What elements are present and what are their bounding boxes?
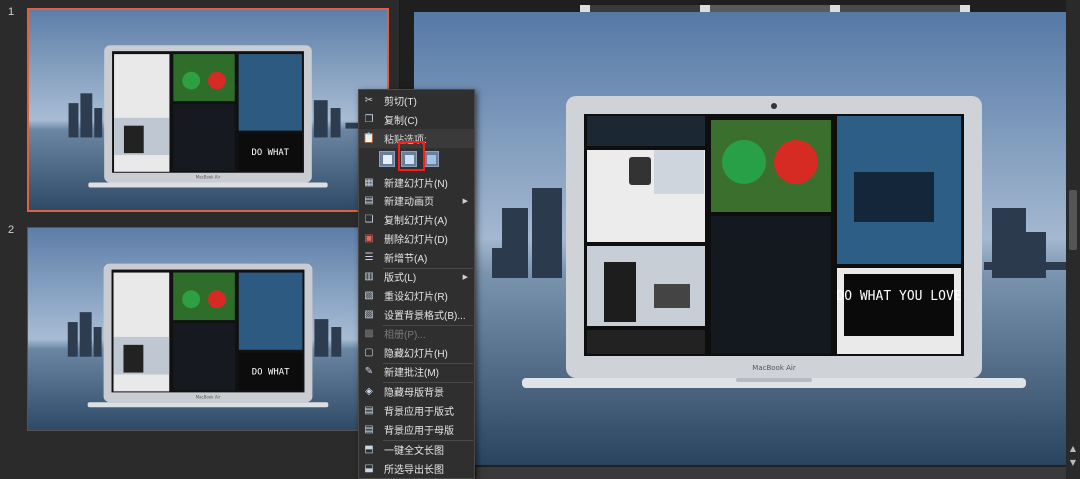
slide-thumbnail-pane[interactable]: 1 DO WHAT MacBook Air 2 DO WHAT MacBook … bbox=[0, 0, 400, 479]
menu-item-hide-master-background[interactable]: ◈ 隐藏母版背景 bbox=[359, 382, 474, 401]
album-icon: ▩ bbox=[364, 328, 374, 339]
submenu-arrow-icon: ▶ bbox=[462, 273, 468, 281]
svg-text:DO WHAT: DO WHAT bbox=[252, 368, 290, 378]
slide-content: DO WHAT YOU LOVE MacBook Air bbox=[414, 12, 1066, 465]
menu-item-new-comment[interactable]: ✎ 新建批注(M) bbox=[359, 362, 474, 381]
menu-item-apply-bg-master[interactable]: ▤ 背景应用于母版 bbox=[359, 420, 474, 439]
slide-thumbnail-2[interactable]: DO WHAT MacBook Air bbox=[27, 227, 389, 431]
new-slide-icon: ▦ bbox=[364, 177, 374, 188]
menu-item-hide-slide[interactable]: ▢ 隐藏幻灯片(H) bbox=[359, 343, 474, 362]
slide-number-1: 1 bbox=[8, 6, 15, 18]
svg-text:DO WHAT: DO WHAT bbox=[252, 148, 290, 158]
menu-item-duplicate-slide[interactable]: ❏ 复制幻灯片(A) bbox=[359, 210, 474, 229]
poster-text: DO WHAT YOU LOVE bbox=[836, 289, 961, 304]
paste-icon: 📋 bbox=[362, 133, 376, 144]
menu-item-new-animation-page[interactable]: ▤ 新建动画页 ▶ bbox=[359, 191, 474, 210]
duplicate-slide-icon: ❏ bbox=[364, 214, 374, 225]
hide-master-icon: ◈ bbox=[365, 386, 373, 397]
slide-1-preview: DO WHAT MacBook Air bbox=[29, 10, 387, 210]
scissors-icon: ✂ bbox=[364, 95, 374, 106]
context-menu: ✂ 剪切(T) ❐ 复制(C) 📋 粘贴选项: ▦ 新建幻灯片(N) ▤ 新建动… bbox=[358, 89, 475, 479]
menu-item-reset-slide[interactable]: ▧ 重设幻灯片(R) bbox=[359, 286, 474, 305]
slide-number-2: 2 bbox=[8, 224, 15, 236]
menu-item-format-background[interactable]: ▨ 设置背景格式(B)... bbox=[359, 305, 474, 324]
annotation-highlight-box bbox=[398, 141, 425, 171]
menu-item-export-selected-long-image[interactable]: ⬓ 所选导出长图 bbox=[359, 459, 474, 478]
menu-item-delete-slide[interactable]: ▣ 删除幻灯片(D) bbox=[359, 229, 474, 248]
long-image-icon: ⬒ bbox=[364, 444, 374, 455]
submenu-arrow-icon: ▶ bbox=[462, 197, 468, 205]
camera-dot bbox=[771, 103, 777, 109]
picture-icon[interactable] bbox=[423, 151, 439, 167]
thumb-1-device-text: MacBook Air bbox=[196, 175, 221, 180]
vertical-scroll-thumb[interactable] bbox=[1069, 190, 1077, 250]
current-slide-canvas[interactable]: DO WHAT YOU LOVE MacBook Air bbox=[414, 12, 1066, 465]
delete-slide-icon: ▣ bbox=[364, 233, 374, 244]
horizontal-scrollbar[interactable] bbox=[476, 467, 1066, 479]
comment-icon: ✎ bbox=[364, 366, 374, 377]
menu-item-cut[interactable]: ✂ 剪切(T) bbox=[359, 91, 474, 110]
vertical-scrollbar[interactable]: ▲ ▼ bbox=[1066, 0, 1080, 479]
slide-thumbnail-1[interactable]: DO WHAT MacBook Air bbox=[27, 8, 389, 212]
apply-master-icon: ▤ bbox=[364, 424, 374, 435]
device-label: MacBook Air bbox=[752, 364, 796, 372]
slide-2-preview: DO WHAT MacBook Air bbox=[28, 228, 388, 430]
thumb-2-device-text: MacBook Air bbox=[196, 394, 221, 399]
scroll-up-icon[interactable]: ▲ bbox=[1068, 444, 1078, 454]
slide-editor[interactable]: DO WHAT YOU LOVE MacBook Air ▲ ▼ bbox=[400, 0, 1080, 479]
menu-item-layout[interactable]: ▥ 版式(L) ▶ bbox=[359, 267, 474, 286]
export-image-icon: ⬓ bbox=[364, 463, 374, 474]
section-icon: ☰ bbox=[364, 252, 374, 263]
menu-item-new-slide[interactable]: ▦ 新建幻灯片(N) bbox=[359, 173, 474, 192]
menu-item-apply-bg-layout[interactable]: ▤ 背景应用于版式 bbox=[359, 401, 474, 420]
layout-icon: ▥ bbox=[364, 271, 374, 282]
keyboard-photo bbox=[711, 216, 831, 354]
apply-layout-icon: ▤ bbox=[364, 405, 374, 416]
hide-slide-icon: ▢ bbox=[364, 347, 374, 358]
scroll-down-icon[interactable]: ▼ bbox=[1068, 458, 1078, 468]
animation-page-icon: ▤ bbox=[364, 195, 374, 206]
presentation-app: 1 DO WHAT MacBook Air 2 DO WHAT MacBook … bbox=[0, 0, 1080, 479]
background-format-icon: ▨ bbox=[364, 309, 374, 320]
menu-item-photo-album: ▩ 相册(P)... bbox=[364, 328, 426, 341]
menu-item-one-click-long-image[interactable]: ⬒ 一键全文长图 bbox=[359, 440, 474, 459]
use-destination-theme-icon[interactable] bbox=[379, 151, 395, 167]
previous-slide-edge bbox=[580, 0, 970, 15]
menu-item-copy[interactable]: ❐ 复制(C) bbox=[359, 110, 474, 129]
copy-icon: ❐ bbox=[364, 114, 374, 125]
reset-icon: ▧ bbox=[364, 290, 374, 301]
menu-item-new-section[interactable]: ☰ 新增节(A) bbox=[359, 248, 474, 267]
